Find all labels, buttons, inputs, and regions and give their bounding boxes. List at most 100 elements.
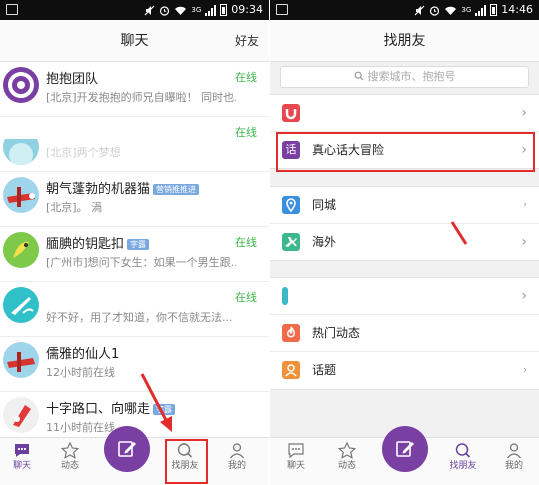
- row-label: 话题: [312, 363, 337, 377]
- status-bar: 3G 14:46: [270, 0, 539, 20]
- chat-item[interactable]: [北京]两个梦想 在线: [0, 117, 269, 172]
- menu-row[interactable]: ›: [270, 278, 539, 315]
- tab-label: 动态: [60, 461, 79, 471]
- bottom-tab-bar: 聊天 动态 找朋友 我的: [0, 426, 269, 485]
- header: 聊天 好友: [0, 20, 269, 62]
- magnet-icon: [282, 104, 300, 122]
- chevron-right-icon: ›: [521, 234, 527, 250]
- chat-screen: 3G 09:34 聊天 好友 抱抱团队 [北京]开发抱抱的师兄自曝啦！ 同时也.…: [0, 0, 269, 485]
- clock: 14:46: [501, 3, 533, 16]
- highlight-box: [165, 439, 208, 484]
- chat-name: 抱抱团队: [46, 72, 99, 87]
- avatar: [3, 177, 39, 213]
- pointer-arrow: [450, 221, 468, 245]
- mute-icon: [414, 5, 425, 15]
- chat-bubble-icon: [15, 444, 29, 457]
- online-status: 在线: [235, 71, 257, 84]
- menu-row-nearby-city[interactable]: 同城 ›: [270, 187, 539, 224]
- battery-icon: [220, 4, 228, 16]
- chat-message: 好不好，用了才知道，你不信就无法...: [46, 311, 233, 324]
- chevron-right-icon: ›: [523, 365, 527, 376]
- tab-label: 找朋友: [449, 461, 477, 471]
- friends-button[interactable]: 好友: [235, 20, 259, 62]
- user-tag: 字露: [127, 239, 150, 250]
- chat-item[interactable]: 儒雅的仙人1 12小时前在线: [0, 337, 269, 392]
- search-area: 搜索城市、抱抱号: [270, 62, 539, 92]
- alarm-icon: [160, 5, 170, 16]
- chat-item[interactable]: 好不好，用了才知道，你不信就无法... 在线: [0, 282, 269, 337]
- chevron-right-icon: ›: [523, 200, 527, 210]
- header: 找朋友: [270, 20, 539, 62]
- tab-me[interactable]: 我的: [217, 442, 257, 473]
- menu-row-topics[interactable]: 话题 ›: [270, 352, 539, 389]
- row-label: 同城: [312, 198, 337, 212]
- pointer-arrow: [140, 373, 172, 432]
- person-icon: [506, 443, 522, 459]
- avatar: [3, 397, 39, 433]
- airplane-icon: [282, 233, 300, 251]
- signal-icon: [205, 4, 217, 16]
- tab-label: 我的: [504, 461, 523, 471]
- tab-me[interactable]: 我的: [494, 442, 534, 473]
- location-pin-icon: [282, 196, 300, 214]
- topic-icon: [282, 361, 300, 379]
- compose-icon: [396, 441, 414, 457]
- battery-icon: [490, 4, 498, 16]
- menu-row-overseas[interactable]: 海外 ›: [270, 224, 539, 261]
- mute-icon: [144, 5, 155, 15]
- image-notification-icon: [6, 4, 18, 15]
- compose-icon: [118, 441, 136, 457]
- chevron-right-icon: ›: [521, 288, 527, 304]
- wifi-icon: [175, 6, 187, 15]
- chat-message: [北京]开发抱抱的师兄自曝啦！ 同时也...: [46, 91, 236, 104]
- search-icon: [455, 443, 471, 458]
- person-icon: [229, 443, 245, 459]
- tab-find-friends[interactable]: 找朋友: [443, 442, 483, 473]
- tab-label: 聊天: [12, 461, 31, 471]
- chevron-right-icon: ›: [521, 105, 527, 121]
- alarm-icon: [430, 5, 440, 16]
- menu-row-trending[interactable]: 热门动态: [270, 315, 539, 352]
- search-placeholder: 搜索城市、抱抱号: [367, 70, 456, 83]
- signal-icon: [475, 4, 487, 16]
- user-tag: 营销推推进: [153, 184, 200, 195]
- network-type: 3G: [191, 6, 202, 14]
- highlight-box: [276, 132, 535, 172]
- chat-name: 朝气蓬勃的机器猫 营销推推进: [46, 178, 200, 197]
- chat-item[interactable]: 朝气蓬勃的机器猫 营销推推进 [北京]。 渦: [0, 172, 269, 227]
- page-title: 找朋友: [383, 33, 426, 49]
- chat-item[interactable]: 腼腆的钥匙扣 字露 [广州市]想问下女生：如果一个男生跟... 在线: [0, 227, 269, 282]
- online-status: 在线: [235, 236, 257, 249]
- tab-label: 我的: [227, 461, 246, 471]
- chat-message: [广州市]想问下女生：如果一个男生跟...: [46, 256, 236, 269]
- chat-message: [北京]两个梦想: [46, 146, 121, 159]
- search-icon: [354, 71, 363, 81]
- avatar: [3, 342, 39, 378]
- network-type: 3G: [461, 6, 472, 14]
- image-notification-icon: [276, 4, 288, 15]
- search-input[interactable]: 搜索城市、抱抱号: [280, 66, 529, 88]
- online-status: 在线: [235, 126, 257, 139]
- online-status: 在线: [235, 291, 257, 304]
- tab-chat[interactable]: 聊天: [276, 442, 316, 473]
- chat-bubble-icon: [288, 443, 304, 459]
- menu-row[interactable]: ›: [270, 95, 539, 132]
- tab-feed[interactable]: 动态: [50, 442, 90, 473]
- find-friends-screen: 3G 14:46 找朋友 搜索城市、抱抱号 › 话 真心话大冒险 › 同城 › …: [270, 0, 539, 485]
- avatar: [3, 287, 39, 323]
- status-bar: 3G 09:34: [0, 0, 269, 20]
- clock: 09:34: [231, 3, 263, 16]
- tab-label: 动态: [337, 461, 356, 471]
- row-label: 热门动态: [312, 326, 361, 340]
- tab-feed[interactable]: 动态: [327, 442, 367, 473]
- tab-label: 聊天: [286, 461, 305, 471]
- chat-name: 儒雅的仙人1: [46, 347, 120, 362]
- chat-item[interactable]: 抱抱团队 [北京]开发抱抱的师兄自曝啦！ 同时也... 在线: [0, 62, 269, 117]
- discover-section: › 热门动态 话题 ›: [270, 277, 539, 390]
- chat-list: 抱抱团队 [北京]开发抱抱的师兄自曝啦！ 同时也... 在线 [北京]两个梦想 …: [0, 62, 269, 437]
- bottom-tab-bar: 聊天 动态 找朋友 我的: [270, 426, 539, 485]
- flame-icon: [282, 324, 300, 342]
- tab-chat[interactable]: 聊天: [2, 442, 42, 473]
- avatar: [3, 67, 39, 103]
- compose-button[interactable]: [382, 426, 428, 472]
